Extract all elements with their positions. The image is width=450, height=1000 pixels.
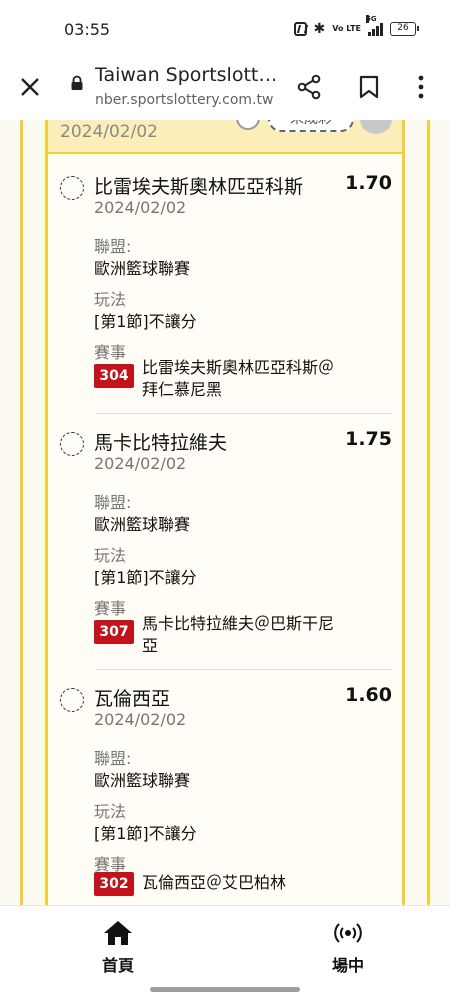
live-broadcast-icon	[334, 923, 362, 943]
header-gray-button[interactable]	[360, 120, 392, 134]
bet-card[interactable]: 比雷埃夫斯奧林匹亞科斯 1.70 2024/02/02 聯盟: 歐洲籃球聯賽 玩…	[48, 160, 402, 414]
bet-type-value: [第1節]不讓分	[94, 312, 197, 331]
bet-type-value: [第1節]不讓分	[94, 568, 197, 587]
home-icon	[104, 921, 132, 945]
bet-type-label: 玩法	[94, 802, 127, 821]
panel-header: 2024/02/02 未成彩	[48, 120, 402, 154]
select-radio[interactable]	[60, 688, 84, 712]
frame-border-right	[427, 120, 430, 905]
bookmark-button[interactable]	[352, 70, 386, 104]
close-button[interactable]	[14, 71, 46, 103]
bet-type-value: [第1節]不讓分	[94, 824, 197, 843]
bluetooth-icon: ✱	[313, 21, 326, 37]
league-label: 聯盟:	[94, 493, 132, 512]
team-name: 比雷埃夫斯奧林匹亞科斯	[94, 176, 304, 198]
bet-date: 2024/02/02	[94, 198, 187, 217]
league-value: 歐洲籃球聯賽	[94, 771, 191, 790]
bet-card[interactable]: 馬卡比特拉維夫 1.75 2024/02/02 聯盟: 歐洲籃球聯賽 玩法 [第…	[48, 416, 402, 670]
page-content[interactable]: 2024/02/02 未成彩 比雷埃夫斯奧林匹亞科斯 1.70 2024/02/…	[0, 120, 450, 905]
share-button[interactable]	[292, 70, 326, 104]
bet-card[interactable]: 瓦倫西亞 1.60 2024/02/02 聯盟: 歐洲籃球聯賽 玩法 [第1節]…	[48, 672, 402, 905]
league-value: 歐洲籃球聯賽	[94, 515, 191, 534]
browser-app-bar: Taiwan Sportslott… nber.sportslottery.co…	[0, 56, 450, 118]
match-text: 瓦倫西亞＠艾巴柏林	[142, 873, 287, 892]
odds-value: 1.75	[345, 428, 392, 450]
match-text: 比雷埃夫斯奧林匹亞科斯＠拜仁慕尼黑	[142, 358, 335, 399]
bet-type-label: 玩法	[94, 290, 127, 309]
page-url[interactable]: nber.sportslottery.com.tw	[95, 92, 273, 108]
team-name: 馬卡比特拉維夫	[94, 432, 228, 454]
bet-date: 2024/02/02	[94, 710, 187, 729]
status-icons: ✱ Vo LTE 5G 26	[293, 14, 419, 37]
bookmark-icon	[359, 75, 379, 99]
more-vert-icon	[418, 75, 424, 99]
nav-live-button[interactable]: 場中	[308, 914, 388, 978]
game-number-badge: 307	[94, 620, 134, 644]
nav-live-label: 場中	[331, 956, 364, 975]
league-label: 聯盟:	[94, 749, 132, 768]
header-date: 2024/02/02	[60, 122, 158, 142]
team-name: 瓦倫西亞	[94, 688, 171, 710]
odds-value: 1.60	[345, 684, 392, 706]
select-radio[interactable]	[60, 432, 84, 456]
battery-icon: 26	[390, 22, 419, 36]
game-number-badge: 302	[94, 872, 134, 896]
match-text: 馬卡比特拉維夫＠巴斯干尼亞	[142, 614, 335, 655]
event-label: 賽事	[94, 343, 127, 362]
league-label: 聯盟:	[94, 237, 132, 256]
status-time: 03:55	[64, 20, 111, 39]
lock-icon	[71, 75, 83, 90]
status-bar: 03:55 ✱ Vo LTE 5G 26	[0, 0, 450, 56]
event-label: 賽事	[94, 599, 127, 618]
volte-icon: Vo LTE	[332, 24, 361, 33]
divider	[96, 669, 392, 670]
header-pill-button[interactable]: 未成彩	[268, 120, 354, 132]
signal-label: 5G	[366, 14, 377, 23]
bet-date: 2024/02/02	[94, 454, 187, 473]
header-circle-icon[interactable]	[236, 120, 260, 130]
game-number-badge: 304	[94, 364, 134, 388]
share-icon	[297, 74, 321, 100]
frame-border-left	[20, 120, 23, 905]
nav-home-label: 首頁	[101, 956, 134, 975]
close-icon	[21, 78, 39, 96]
gesture-bar[interactable]	[150, 987, 300, 992]
page-title: Taiwan Sportslott…	[95, 64, 275, 86]
bet-list-panel: 2024/02/02 未成彩 比雷埃夫斯奧林匹亞科斯 1.70 2024/02/…	[45, 120, 405, 905]
odds-value: 1.70	[345, 172, 392, 194]
bet-type-label: 玩法	[94, 546, 127, 565]
bottom-nav: 首頁 場中	[0, 905, 450, 985]
select-radio[interactable]	[60, 176, 84, 200]
nav-home-button[interactable]: 首頁	[78, 914, 158, 978]
league-value: 歐洲籃球聯賽	[94, 259, 191, 278]
signal-icon: 5G	[366, 14, 383, 36]
more-options-button[interactable]	[404, 70, 438, 104]
nfc-icon	[293, 22, 307, 36]
divider	[96, 413, 392, 414]
